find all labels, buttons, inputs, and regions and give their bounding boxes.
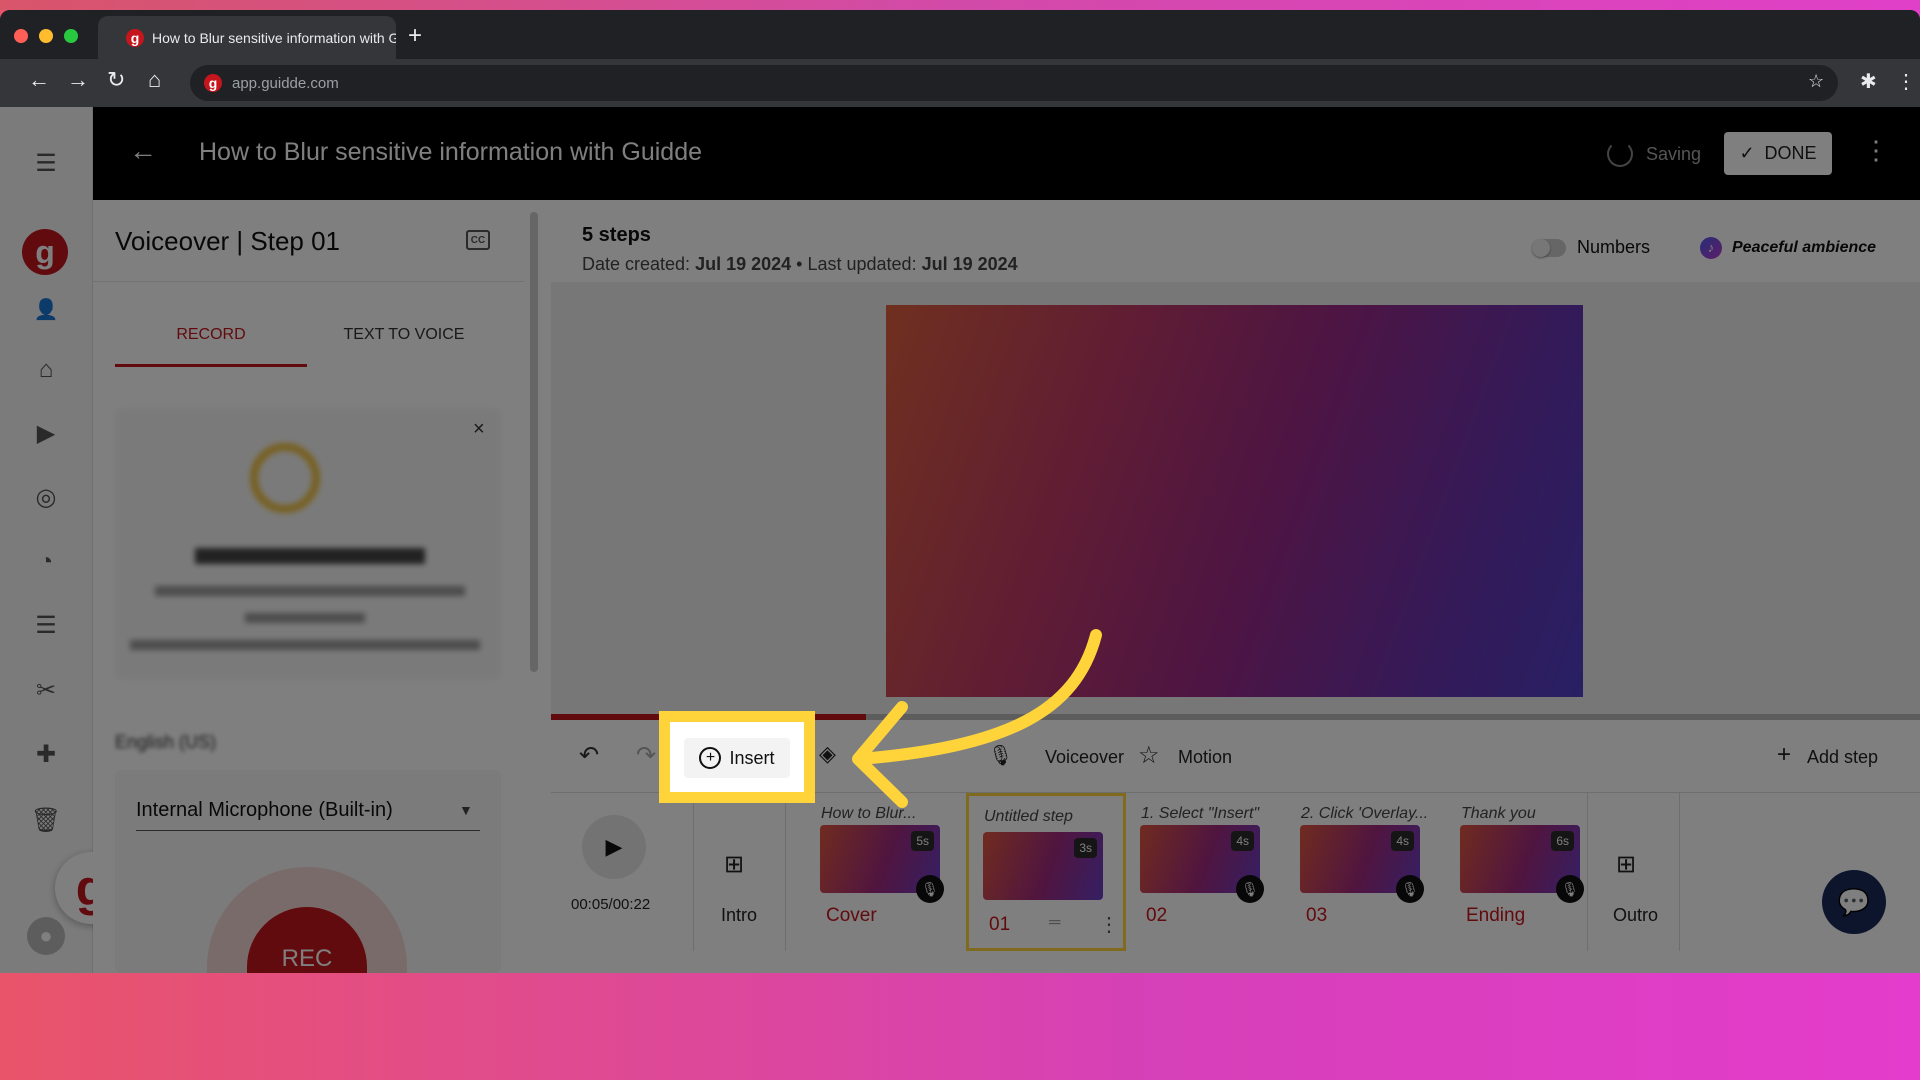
insert-label: Insert: [729, 747, 775, 768]
back-icon[interactable]: ←: [28, 67, 50, 93]
forward-icon[interactable]: →: [67, 67, 89, 93]
guidde-favicon-icon: g: [126, 28, 144, 47]
app: ☰ g 👤 ⌂ ▶ ◎ ◔ ☰ ✂ ✚ 🗑 g 7 ● ← How to Blu…: [0, 107, 1920, 973]
tab-title: How to Blur sensitive information with G…: [152, 29, 396, 46]
url-text: app.guidde.com: [232, 74, 339, 92]
extensions-icon[interactable]: ✱: [1860, 69, 1877, 94]
insert-highlight: + Insert: [659, 711, 815, 803]
minimize-window-button[interactable]: [39, 29, 53, 43]
site-favicon-icon: g: [204, 74, 222, 92]
close-window-button[interactable]: [14, 29, 28, 43]
browser-tab[interactable]: g How to Blur sensitive information with …: [98, 16, 396, 59]
maximize-window-button[interactable]: [64, 29, 78, 43]
address-toolbar: ← → ↻ ⌂ g app.guidde.com ☆ ✱ ⋮: [0, 59, 1920, 107]
tab-bar: g How to Blur sensitive information with …: [0, 10, 1920, 59]
bookmark-star-icon[interactable]: ☆: [1808, 71, 1824, 92]
browser-menu-icon[interactable]: ⋮: [1896, 69, 1916, 94]
dim-overlay: [0, 107, 1920, 973]
desktop-background: [0, 0, 1920, 10]
reload-icon[interactable]: ↻: [107, 67, 125, 93]
address-bar[interactable]: g app.guidde.com: [190, 65, 1838, 101]
home-icon[interactable]: ⌂: [148, 67, 161, 93]
new-tab-button[interactable]: +: [408, 22, 422, 50]
browser-window: g How to Blur sensitive information with …: [0, 10, 1920, 973]
plus-circle-icon: +: [699, 747, 722, 769]
insert-button[interactable]: + Insert: [684, 738, 790, 778]
arrow-annotation-icon: [852, 629, 1102, 808]
